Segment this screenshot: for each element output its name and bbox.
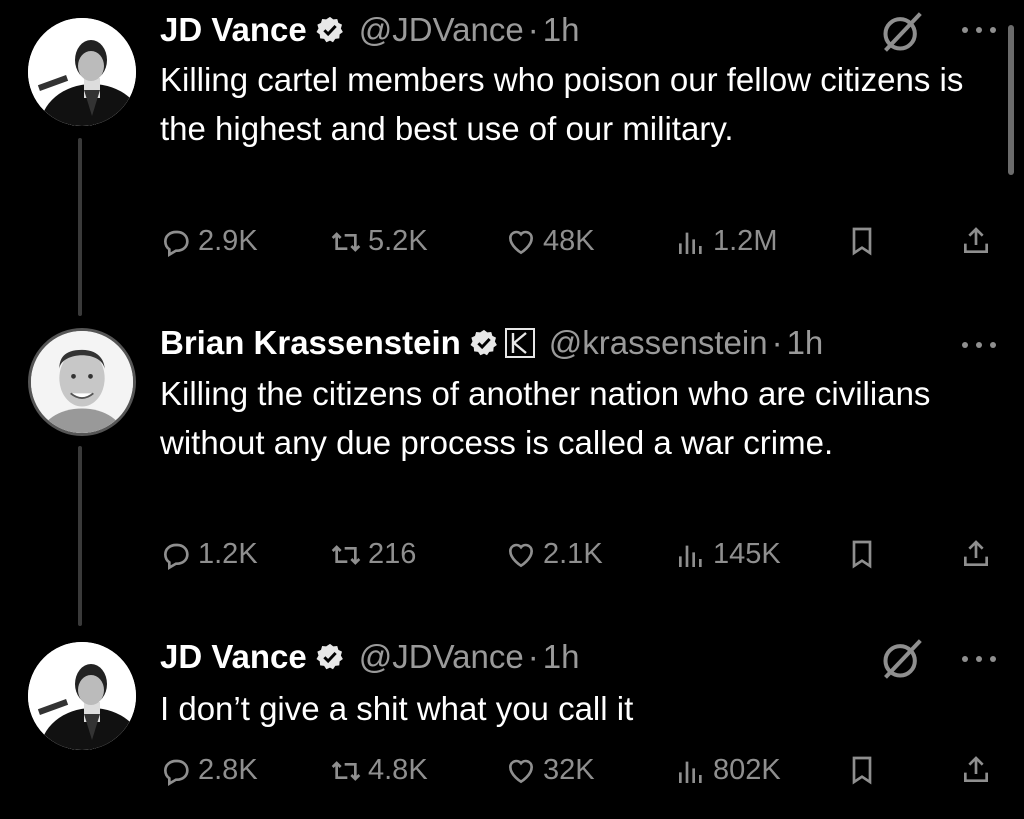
views-button[interactable]: 1.2M (675, 225, 777, 258)
timestamp[interactable]: 1h (543, 11, 580, 49)
views-icon (675, 226, 707, 258)
bookmark-button[interactable] (846, 538, 884, 570)
tweet-header: JD Vance @JDVance · 1h (160, 10, 579, 50)
avatar-image (28, 642, 136, 750)
verified-badge-icon (315, 642, 345, 672)
reply-button[interactable]: 1.2K (160, 538, 258, 571)
separator: · (527, 638, 539, 675)
reply-button[interactable]: 2.9K (160, 225, 258, 258)
bookmark-icon (846, 538, 878, 570)
avatar-image (31, 331, 133, 433)
repost-count: 4.8K (368, 754, 428, 786)
verified-badge-icon (315, 15, 345, 45)
reply-button[interactable]: 2.8K (160, 754, 258, 787)
author-handle[interactable]: @JDVance (359, 11, 524, 49)
author-handle[interactable]: @JDVance (359, 638, 524, 676)
views-icon (675, 539, 707, 571)
tweet-text: I don’t give a shit what you call it (160, 690, 634, 727)
views-button[interactable]: 145K (675, 538, 781, 571)
reply-count: 1.2K (198, 538, 258, 570)
views-icon (675, 755, 707, 787)
verified-badge-icon (469, 328, 499, 358)
thread-line (78, 138, 82, 316)
reply-icon (160, 539, 192, 571)
like-button[interactable]: 48K (505, 225, 595, 258)
action-bar: 2.9K 5.2K 48K 1.2M (160, 225, 1000, 265)
tweet-1[interactable]: JD Vance @JDVance · 1h Killing cartel me… (0, 0, 1024, 316)
like-count: 2.1K (543, 538, 603, 570)
timestamp[interactable]: 1h (543, 638, 580, 676)
tweet-header: JD Vance @JDVance · 1h (160, 637, 579, 677)
avatar[interactable] (28, 18, 136, 126)
more-icon[interactable] (957, 20, 1001, 40)
reply-count: 2.9K (198, 225, 258, 257)
view-count: 1.2M (713, 225, 778, 257)
bookmark-button[interactable] (846, 225, 884, 257)
reply-count: 2.8K (198, 754, 258, 786)
separator: · (527, 11, 539, 48)
author-handle[interactable]: @krassenstein (549, 324, 768, 362)
action-bar: 2.8K 4.8K 32K 802K (160, 754, 1000, 794)
heart-icon (505, 755, 537, 787)
reply-icon (160, 755, 192, 787)
share-button[interactable] (960, 538, 998, 570)
repost-icon (330, 539, 362, 571)
bookmark-button[interactable] (846, 754, 884, 786)
like-count: 32K (543, 754, 595, 786)
action-bar: 1.2K 216 2.1K 145K (160, 538, 1000, 578)
repost-button[interactable]: 5.2K (330, 225, 428, 258)
repost-count: 5.2K (368, 225, 428, 257)
share-icon (960, 754, 992, 786)
heart-icon (505, 226, 537, 258)
share-button[interactable] (960, 225, 998, 257)
bookmark-icon (846, 754, 878, 786)
avatar-image (28, 18, 136, 126)
tweet-2[interactable]: Brian Krassenstein @krassenstein · 1h Ki… (0, 316, 1024, 626)
grok-icon[interactable] (880, 10, 924, 54)
grok-icon[interactable] (880, 637, 924, 681)
repost-button[interactable]: 4.8K (330, 754, 428, 787)
tweet-text: Killing the citizens of another nation w… (160, 375, 931, 461)
share-icon (960, 225, 992, 257)
repost-icon (330, 226, 362, 258)
like-button[interactable]: 32K (505, 754, 595, 787)
share-icon (960, 538, 992, 570)
repost-button[interactable]: 216 (330, 538, 416, 571)
thread-line (78, 446, 82, 626)
tweet-header: Brian Krassenstein @krassenstein · 1h (160, 323, 823, 363)
like-count: 48K (543, 225, 595, 257)
bookmark-icon (846, 225, 878, 257)
tweet-text: Killing cartel members who poison our fe… (160, 61, 964, 147)
like-button[interactable]: 2.1K (505, 538, 603, 571)
separator: · (771, 324, 783, 361)
reply-icon (160, 226, 192, 258)
view-count: 802K (713, 754, 781, 786)
more-icon[interactable] (957, 335, 1001, 355)
scrollbar[interactable] (1008, 25, 1014, 175)
tweet-3[interactable]: JD Vance @JDVance · 1h I don’t give a sh… (0, 632, 1024, 819)
timestamp[interactable]: 1h (787, 324, 824, 362)
author-name[interactable]: JD Vance (160, 638, 307, 676)
more-icon[interactable] (957, 649, 1001, 669)
views-button[interactable]: 802K (675, 754, 781, 787)
view-count: 145K (713, 538, 781, 570)
share-button[interactable] (960, 754, 998, 786)
avatar[interactable] (28, 328, 136, 436)
repost-count: 216 (368, 538, 417, 570)
heart-icon (505, 539, 537, 571)
k-affiliate-icon (505, 328, 535, 358)
avatar[interactable] (28, 642, 136, 750)
repost-icon (330, 755, 362, 787)
author-name[interactable]: JD Vance (160, 11, 307, 49)
author-name[interactable]: Brian Krassenstein (160, 324, 461, 362)
